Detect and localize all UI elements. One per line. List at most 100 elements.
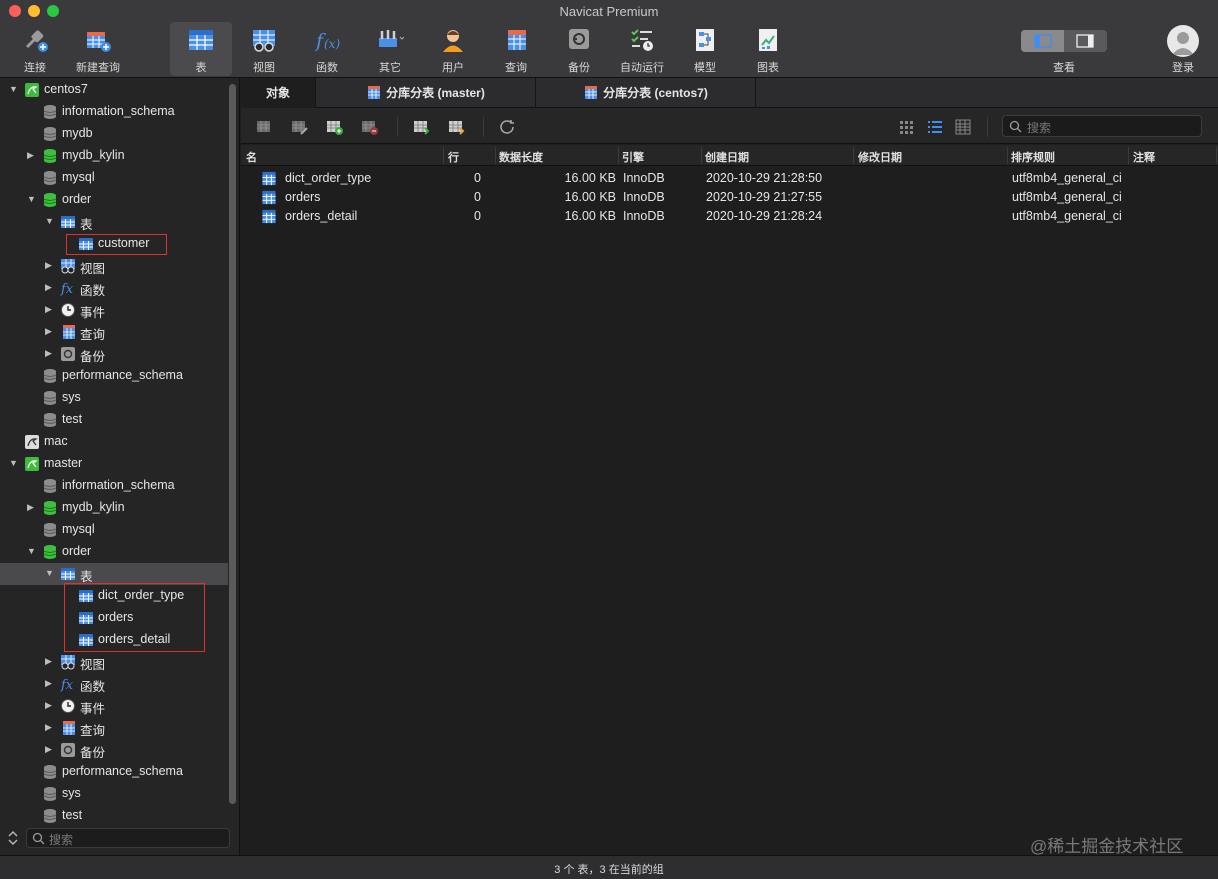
user-tool-button[interactable]: 用户 (422, 22, 484, 76)
show-info-pane-toggle[interactable] (1064, 30, 1107, 52)
tree-item-mydb-kylin[interactable]: ▶ mydb_kylin (0, 145, 228, 167)
chevron-down-icon[interactable]: ▼ (45, 215, 55, 227)
new-query-button[interactable]: 新建查询 (67, 22, 129, 76)
refresh-icon[interactable] (499, 119, 517, 135)
chevron-right-icon[interactable]: ▶ (45, 281, 55, 293)
chevron-right-icon[interactable]: ▶ (45, 303, 55, 315)
tree-item-order[interactable]: ▼ order (0, 541, 228, 563)
tree-item-information-schema[interactable]: information_schema (0, 475, 228, 497)
column-header-name[interactable]: 名 (246, 149, 257, 165)
tab-query-master[interactable]: 分库分表 (master) (316, 78, 536, 108)
tree-item-mydb[interactable]: mydb (0, 123, 228, 145)
open-table-icon[interactable] (256, 119, 274, 135)
backup-tool-button[interactable]: 备份 (548, 22, 610, 76)
table-row[interactable]: orders_detail 0 16.00 KB InnoDB 2020-10-29 2… (241, 207, 1218, 226)
mysql-connection-icon (25, 457, 39, 471)
chevron-right-icon[interactable]: ▶ (45, 699, 55, 711)
chevron-down-icon[interactable]: ▼ (27, 545, 37, 557)
tree-item-mysql[interactable]: mysql (0, 167, 228, 189)
mysql-connection-icon (25, 83, 39, 97)
tree-item-sys[interactable]: sys (0, 387, 228, 409)
chevron-right-icon[interactable]: ▶ (27, 501, 37, 513)
query-icon (508, 30, 526, 50)
tree-item-master[interactable]: ▼ master (0, 453, 228, 475)
automation-tool-button[interactable]: 自动运行 (611, 22, 673, 76)
cell-created: 2020-10-29 21:27:55 (706, 190, 823, 204)
show-sidebar-toggle[interactable] (1021, 30, 1064, 52)
tree-item--[interactable]: ▶ 事件 (0, 299, 228, 321)
chevron-right-icon[interactable]: ▶ (45, 259, 55, 271)
model-tool-button[interactable]: 模型 (674, 22, 736, 76)
login-avatar-button[interactable] (1167, 25, 1199, 57)
chevron-right-icon[interactable]: ▶ (45, 347, 55, 359)
list-view-icon[interactable] (926, 119, 944, 135)
column-header-rows[interactable]: 行 (448, 149, 459, 165)
tree-item-test[interactable]: test (0, 409, 228, 431)
chevron-right-icon[interactable]: ▶ (27, 149, 37, 161)
sidebar-scrollbar[interactable] (229, 84, 236, 804)
chevron-down-icon[interactable]: ▼ (27, 193, 37, 205)
view-tool-button[interactable]: 视图 (233, 22, 295, 76)
grid-view-icon[interactable] (898, 119, 916, 135)
tree-item-information-schema[interactable]: information_schema (0, 101, 228, 123)
sidebar-left-icon (1034, 34, 1052, 48)
tree-item--[interactable]: ▶ 事件 (0, 695, 228, 717)
user-icon (443, 30, 463, 52)
view-icon (253, 30, 275, 52)
tree-item-centos7[interactable]: ▼ centos7 (0, 79, 228, 101)
tree-item--[interactable]: ▶ 备份 (0, 343, 228, 365)
column-divider (701, 147, 702, 164)
chevron-down-icon[interactable]: ▼ (9, 457, 19, 469)
function-tool-button[interactable]: f (x) 函数 (296, 22, 358, 76)
new-table-icon[interactable] (326, 119, 344, 135)
design-table-icon[interactable] (291, 119, 309, 135)
column-header-data-length[interactable]: 数据长度 (499, 149, 543, 165)
chevron-down-icon[interactable]: ▼ (45, 567, 55, 579)
column-header-collation[interactable]: 排序规则 (1011, 149, 1055, 165)
tree-item-performance-schema[interactable]: performance_schema (0, 365, 228, 387)
connect-button[interactable]: 连接 (4, 22, 66, 76)
table-row[interactable]: orders 0 16.00 KB InnoDB 2020-10-29 21:27:55… (241, 188, 1218, 207)
import-icon[interactable] (413, 119, 431, 135)
sidebar-search-input[interactable]: 搜索 (26, 828, 230, 848)
chevron-right-icon[interactable]: ▶ (45, 743, 55, 755)
tree-item-mac[interactable]: mac (0, 431, 228, 453)
tree-item--[interactable]: ▶ fx 函数 (0, 673, 228, 695)
query-tool-button[interactable]: 查询 (485, 22, 547, 76)
tree-item-performance-schema[interactable]: performance_schema (0, 761, 228, 783)
column-header-engine[interactable]: 引擎 (622, 149, 644, 165)
object-search-input[interactable]: 搜索 (1002, 115, 1202, 137)
delete-table-icon[interactable] (361, 119, 379, 135)
column-header-modified[interactable]: 修改日期 (858, 149, 902, 165)
other-tool-button[interactable]: 其它 (359, 22, 421, 76)
detail-view-icon[interactable] (954, 119, 972, 135)
tree-item--[interactable]: ▶ fx 函数 (0, 277, 228, 299)
tree-item--[interactable]: ▶ 查询 (0, 717, 228, 739)
navigation-sidebar: ▼ centos7 information_schema mydb ▶ mydb_kyli… (0, 78, 240, 855)
tree-item-sys[interactable]: sys (0, 783, 228, 805)
tree-item--[interactable]: ▶ 查询 (0, 321, 228, 343)
export-icon[interactable] (448, 119, 466, 135)
tree-item--[interactable]: ▼ 表 (0, 563, 228, 585)
column-header-comment[interactable]: 注释 (1133, 149, 1155, 165)
tree-item-label: 表 (80, 218, 93, 232)
chevron-right-icon[interactable]: ▶ (45, 677, 55, 689)
chart-tool-button[interactable]: 图表 (737, 22, 799, 76)
tree-item-mydb-kylin[interactable]: ▶ mydb_kylin (0, 497, 228, 519)
chevron-right-icon[interactable]: ▶ (45, 655, 55, 667)
chevron-down-icon[interactable]: ▼ (9, 83, 19, 95)
tree-item--[interactable]: ▶ 视图 (0, 651, 228, 673)
tree-item-mysql[interactable]: mysql (0, 519, 228, 541)
chevron-right-icon[interactable]: ▶ (45, 721, 55, 733)
column-header-created[interactable]: 创建日期 (705, 149, 749, 165)
filter-stepper-icon[interactable] (8, 831, 18, 845)
tree-item--[interactable]: ▼ 表 (0, 211, 228, 233)
tree-item-order[interactable]: ▼ order (0, 189, 228, 211)
tree-item--[interactable]: ▶ 视图 (0, 255, 228, 277)
tab-query-centos7[interactable]: 分库分表 (centos7) (536, 78, 756, 108)
table-tool-button[interactable]: 表 (170, 22, 232, 76)
tab-objects[interactable]: 对象 (241, 78, 316, 108)
chevron-right-icon[interactable]: ▶ (45, 325, 55, 337)
tree-item--[interactable]: ▶ 备份 (0, 739, 228, 761)
table-row[interactable]: dict_order_type 0 16.00 KB InnoDB 2020-10-29… (241, 169, 1218, 188)
